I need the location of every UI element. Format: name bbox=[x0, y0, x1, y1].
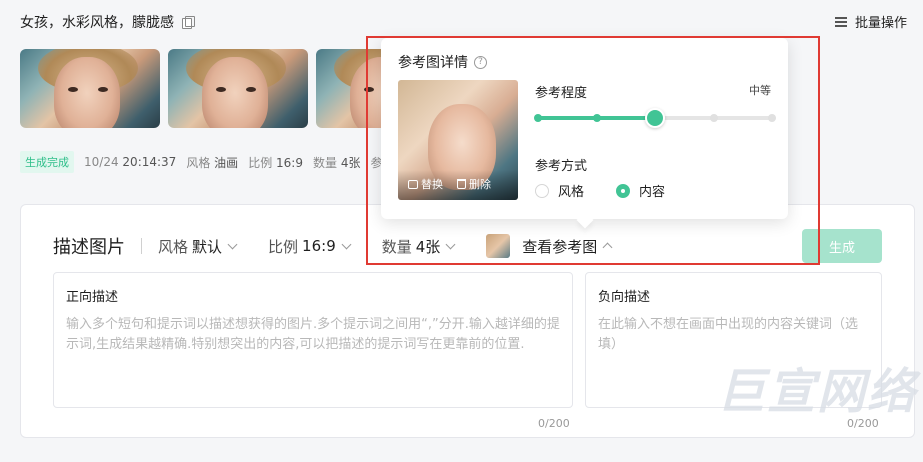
reference-mode-option-1[interactable]: 风格 bbox=[535, 181, 584, 200]
watermark: 巨宣网络 bbox=[716, 364, 917, 420]
panel-heading: 描述图片 bbox=[53, 237, 125, 258]
replace-button[interactable]: 替换 bbox=[408, 176, 443, 192]
radio-label: 风格 bbox=[558, 185, 585, 200]
chevron-up-icon bbox=[602, 242, 613, 253]
reference-image: 替换 删除 bbox=[398, 80, 518, 200]
delete-button[interactable]: 删除 bbox=[457, 176, 491, 192]
reference-level-value: 中等 bbox=[749, 84, 771, 97]
result-meta: 生成完成 10/24 20:14:37 风格 油画 比例 16:9 数量 4张 … bbox=[20, 151, 382, 173]
list-icon bbox=[834, 16, 847, 27]
result-image-2[interactable] bbox=[168, 49, 308, 128]
radio-label: 内容 bbox=[639, 185, 666, 200]
negative-prompt-label: 负向描述 bbox=[598, 290, 651, 305]
positive-prompt-field[interactable]: 正向描述 输入多个短句和提示词以描述想获得的图片.多个提示词之间用“,”分开.输… bbox=[53, 272, 573, 408]
divider bbox=[141, 238, 142, 254]
delete-icon bbox=[457, 179, 466, 189]
prompt-text: 女孩，水彩风格，朦胧感 bbox=[20, 15, 174, 31]
chevron-down-icon bbox=[445, 239, 456, 249]
timestamp: 10/24 20:14:37 bbox=[84, 155, 177, 169]
help-icon[interactable]: ? bbox=[474, 55, 487, 69]
popover-title: 参考图详情 ? bbox=[398, 52, 487, 72]
chevron-down-icon bbox=[341, 239, 352, 249]
reference-level-label: 参考程度 bbox=[535, 86, 588, 101]
radio-icon bbox=[616, 183, 631, 198]
meta-ratio: 比例 16:9 bbox=[248, 155, 303, 170]
chevron-down-icon bbox=[227, 239, 238, 249]
reference-level-slider[interactable] bbox=[534, 108, 776, 128]
replace-icon bbox=[408, 179, 418, 189]
meta-style: 风格 油画 bbox=[186, 155, 239, 170]
view-reference-button[interactable]: 查看参考图 bbox=[486, 234, 613, 258]
reference-mode-option-2[interactable]: 内容 bbox=[616, 181, 665, 200]
reference-mode-group: 风格 内容 bbox=[535, 181, 665, 200]
reference-popover: 参考图详情 ? 替换 删除 参考程度 中等 参考方式 风格 内容 bbox=[381, 38, 788, 219]
copy-icon[interactable] bbox=[182, 16, 195, 29]
slider-step-5[interactable] bbox=[768, 114, 776, 122]
result-image-1[interactable] bbox=[20, 49, 160, 128]
positive-counter: 0/200 bbox=[538, 417, 570, 430]
style-dropdown[interactable]: 风格 默认 bbox=[158, 236, 238, 257]
panel-toolbar: 描述图片 风格 默认 比例 16:9 数量 4张 查看参考图 bbox=[53, 233, 643, 259]
negative-prompt-placeholder: 在此输入不想在画面中出现的内容关键词（选填） bbox=[598, 317, 859, 352]
slider-handle[interactable] bbox=[645, 108, 665, 128]
reference-mode-label: 参考方式 bbox=[535, 159, 588, 174]
batch-operation-button[interactable]: 批量操作 bbox=[834, 12, 907, 31]
slider-step-4[interactable] bbox=[709, 114, 718, 122]
count-dropdown[interactable]: 数量 4张 bbox=[382, 236, 456, 257]
slider-step-1[interactable] bbox=[534, 114, 542, 122]
batch-operation-label: 批量操作 bbox=[854, 16, 907, 31]
positive-prompt-placeholder: 输入多个短句和提示词以描述想获得的图片.多个提示词之间用“,”分开.输入越详细的… bbox=[66, 317, 560, 352]
generate-button[interactable]: 生成 bbox=[802, 229, 882, 263]
reference-thumbnail bbox=[486, 234, 511, 258]
radio-icon bbox=[535, 183, 549, 198]
prompt-title: 女孩，水彩风格，朦胧感 bbox=[20, 12, 195, 32]
status-badge: 生成完成 bbox=[20, 151, 74, 173]
positive-prompt-label: 正向描述 bbox=[66, 290, 119, 305]
slider-step-2[interactable] bbox=[592, 114, 601, 122]
ratio-dropdown[interactable]: 比例 16:9 bbox=[268, 236, 352, 257]
meta-count: 数量 4张 bbox=[312, 155, 361, 170]
